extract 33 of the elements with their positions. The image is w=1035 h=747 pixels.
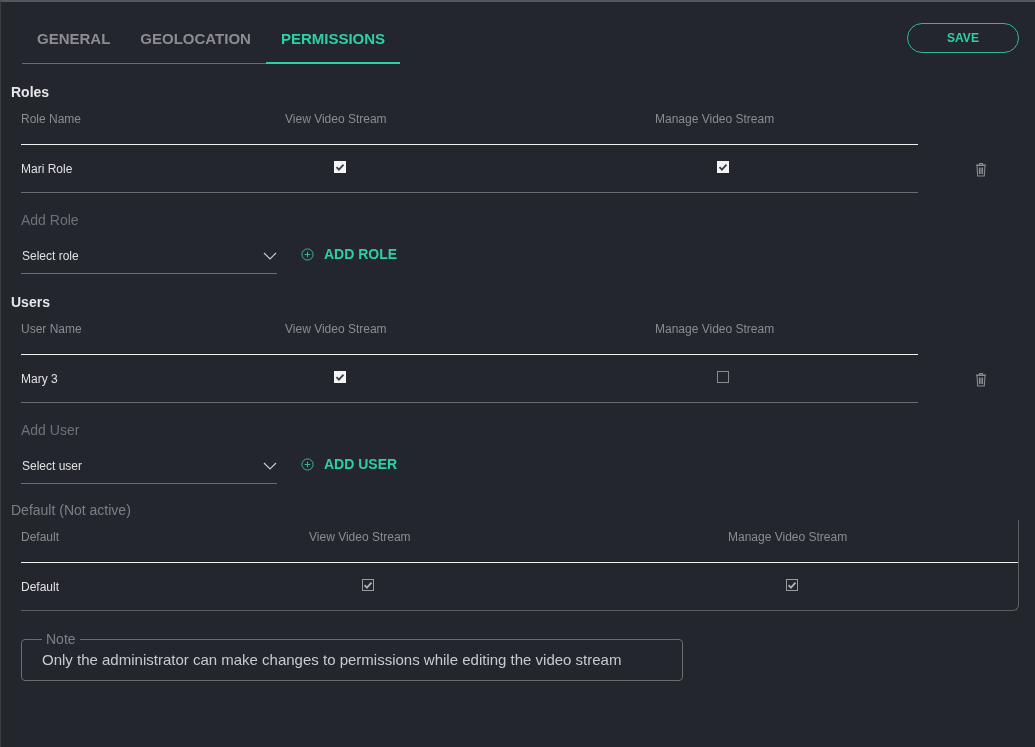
column-header: Manage Video Stream (655, 322, 776, 336)
select-dropdown[interactable]: Select role (21, 242, 277, 274)
add-button[interactable]: ADD USER (301, 456, 398, 472)
select-dropdown[interactable]: Select user (21, 452, 277, 484)
plus-circle-icon (301, 247, 314, 261)
column-header: Role Name (21, 112, 83, 126)
section-heading: Roles (11, 84, 51, 102)
plus-circle-icon (301, 457, 314, 471)
section-heading: Users (11, 294, 51, 312)
table-cell-text: Mary 3 (21, 371, 59, 386)
tab[interactable]: GENERAL (22, 22, 126, 64)
tab[interactable]: GEOLOCATION (125, 22, 266, 64)
column-header: Manage Video Stream (655, 112, 776, 126)
table-cell-text: Mari Role (21, 161, 74, 176)
column-header: View Video Stream (285, 112, 388, 126)
checkbox[interactable] (717, 370, 729, 383)
section-heading: Default (Not active) (11, 502, 132, 520)
column-header: User Name (21, 322, 83, 336)
chevron-down-icon (263, 462, 277, 470)
table-cell-text: Default (21, 579, 61, 594)
trash-icon[interactable] (975, 161, 987, 177)
field-label: Add User (21, 422, 81, 438)
note-text: Only the administrator can make changes to permissions while editing the video stream (42, 651, 622, 668)
column-header: Manage Video Stream (728, 530, 849, 544)
tab[interactable]: PERMISSIONS (265, 22, 401, 64)
trash-icon[interactable] (975, 371, 987, 387)
add-button[interactable]: ADD ROLE (301, 246, 398, 262)
field-label: Add Role (21, 212, 80, 228)
column-header: Default (21, 530, 61, 544)
chevron-down-icon (263, 252, 277, 260)
column-header: View Video Stream (285, 322, 388, 336)
column-header: View Video Stream (309, 530, 412, 544)
note-legend: Note (42, 631, 80, 647)
